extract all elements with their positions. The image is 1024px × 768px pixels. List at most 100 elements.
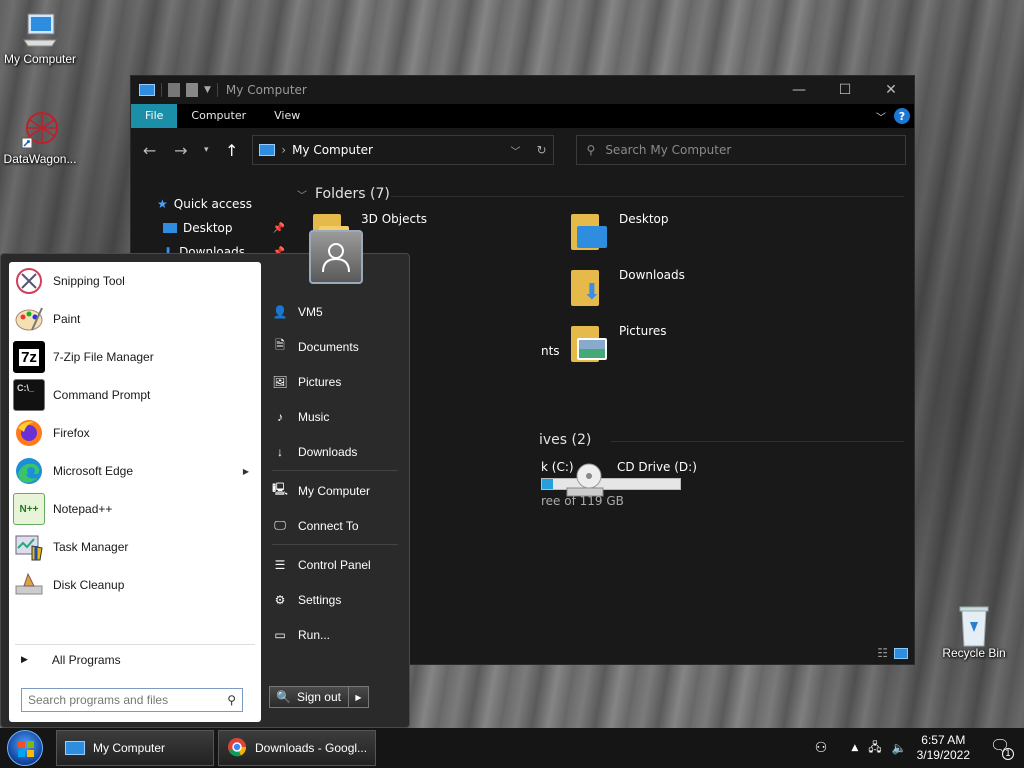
start-search-input[interactable]: Search programs and files ⚲ (21, 688, 243, 712)
user-avatar[interactable] (309, 230, 363, 284)
address-bar[interactable]: › My Computer ﹀ ↻ (252, 135, 554, 165)
show-hidden-icons-button[interactable]: ▲ (851, 743, 858, 753)
network-icon[interactable]: 🖧 (868, 738, 881, 759)
7zip-icon: 7z (13, 341, 45, 373)
drive-d[interactable]: CD Drive (D:) (563, 460, 697, 500)
desktop-icon-my-computer[interactable]: My Computer (0, 10, 80, 66)
connect-icon: 🖵 (274, 518, 286, 532)
place-music[interactable]: ♪ Music (266, 399, 406, 434)
task-label: Downloads - Googl... (255, 741, 368, 755)
tab-computer[interactable]: Computer (177, 104, 260, 128)
run-icon: ▭ (274, 627, 286, 642)
program-snipping-tool[interactable]: Snipping Tool (9, 262, 261, 300)
snipping-tool-icon (13, 265, 45, 297)
program-microsoft-edge[interactable]: Microsoft Edge ▶ (9, 452, 261, 490)
place-run[interactable]: ▭ Run... (266, 617, 406, 652)
place-user-folder[interactable]: 👤 VM5 (266, 294, 406, 329)
folder-documents-partial[interactable]: nts (541, 344, 560, 358)
chrome-icon (227, 737, 247, 760)
forward-button[interactable]: → (170, 141, 191, 160)
clock[interactable]: 6:57 AM 3/19/2022 (917, 733, 970, 763)
tab-view[interactable]: View (260, 104, 314, 128)
details-view-icon[interactable]: ☷ (877, 646, 888, 660)
address-dropdown-icon[interactable]: ﹀ (510, 143, 520, 158)
program-disk-cleanup[interactable]: Disk Cleanup (9, 566, 261, 604)
program-notepad-plus-plus[interactable]: N++ Notepad++ (9, 490, 261, 528)
program-command-prompt[interactable]: C:\_ Command Prompt (9, 376, 261, 414)
refresh-icon[interactable]: ↻ (536, 143, 546, 157)
place-label: Downloads (298, 444, 358, 459)
paint-icon (13, 303, 45, 335)
all-programs-label: All Programs (51, 652, 121, 667)
properties-icon[interactable] (168, 83, 180, 97)
folder-label: Pictures (619, 324, 667, 338)
program-firefox[interactable]: Firefox (9, 414, 261, 452)
new-folder-icon[interactable] (186, 83, 198, 97)
download-arrow-icon: ↓ (277, 444, 283, 459)
search-box[interactable]: ⚲ Search My Computer (575, 135, 906, 165)
program-7zip[interactable]: 7z 7-Zip File Manager (9, 338, 261, 376)
up-button[interactable]: ↑ (221, 141, 242, 160)
people-icon[interactable]: ⚇ (815, 740, 828, 756)
notification-center-button[interactable]: 🗨 1 (990, 736, 1014, 760)
document-icon: 🗎 (275, 338, 285, 352)
search-icon: ⚲ (586, 143, 596, 157)
picture-icon: 🖼 (272, 374, 288, 389)
large-icons-view-icon[interactable] (894, 647, 908, 659)
recent-locations-button[interactable]: ▾ (201, 145, 211, 155)
place-connect-to[interactable]: 🖵 Connect To (266, 508, 406, 543)
chevron-down-icon[interactable]: ▼ (204, 85, 211, 95)
window-title: My Computer (225, 83, 307, 97)
place-documents[interactable]: 🗎 Documents (266, 329, 406, 364)
separator (272, 470, 398, 471)
taskbar-button-my-computer[interactable]: My Computer (56, 730, 214, 766)
program-paint[interactable]: Paint (9, 300, 261, 338)
group-title: ives (2) (539, 432, 592, 448)
place-settings[interactable]: ⚙ Settings (266, 582, 406, 617)
folder-downloads[interactable]: ⬇ Downloads (569, 268, 685, 308)
desktop-icon-recycle-bin[interactable]: Recycle Bin (934, 604, 1014, 660)
task-manager-icon (13, 531, 45, 563)
gear-icon: ⚙ (274, 592, 286, 607)
drives-group-header[interactable]: ives (2) (539, 432, 591, 448)
back-button[interactable]: ← (139, 141, 160, 160)
minimize-button[interactable]: — (776, 76, 822, 104)
all-programs-arrow-icon: ▶ (21, 654, 28, 664)
pin-icon[interactable]: 📌 (273, 223, 285, 234)
start-button[interactable] (0, 728, 50, 768)
place-pictures[interactable]: 🖼 Pictures (266, 364, 406, 399)
help-icon[interactable]: ? (894, 108, 910, 124)
firefox-icon (13, 417, 45, 449)
search-icon[interactable]: ⚲ (227, 693, 236, 707)
program-task-manager[interactable]: Task Manager (9, 528, 261, 566)
place-downloads[interactable]: ↓ Downloads (266, 434, 406, 469)
maximize-button[interactable]: ☐ (822, 76, 868, 104)
program-label: Notepad++ (53, 502, 113, 516)
nav-quick-access[interactable]: ★ Quick access (131, 192, 291, 216)
folders-group-header[interactable]: ﹀ Folders (7) (297, 186, 390, 202)
title-bar: ▼ My Computer — ☐ ✕ (131, 76, 914, 104)
address-text: My Computer (292, 143, 373, 157)
sign-out-button[interactable]: 🔍 Sign out (269, 686, 349, 708)
expand-ribbon-icon[interactable]: ﹀ (876, 109, 886, 124)
program-label: Microsoft Edge (53, 464, 134, 478)
datawagon-icon (20, 110, 60, 150)
shutdown-options-button[interactable]: ▶ (349, 686, 369, 708)
folder-label: Downloads (619, 268, 685, 282)
computer-icon (259, 144, 276, 156)
tab-file[interactable]: File (131, 104, 178, 128)
place-my-computer[interactable]: 🖳 My Computer (266, 473, 406, 508)
all-programs-button[interactable]: ▶ All Programs (15, 644, 255, 674)
place-label: Documents (298, 339, 359, 354)
start-menu-places-pane: 👤 VM5 🗎 Documents 🖼 Pictures ♪ Music ↓ D… (266, 294, 406, 652)
desktop-icon-datawagon[interactable]: DataWagon... (0, 110, 80, 166)
computer-icon (139, 84, 155, 96)
folder-desktop[interactable]: Desktop (569, 212, 669, 252)
close-button[interactable]: ✕ (868, 76, 914, 104)
folder-pictures[interactable]: Pictures (569, 324, 667, 364)
drive-label: CD Drive (D:) (617, 460, 697, 474)
volume-icon[interactable]: 🔈 (892, 741, 907, 755)
taskbar-button-chrome[interactable]: Downloads - Googl... (218, 730, 376, 766)
place-control-panel[interactable]: ☰ Control Panel (266, 547, 406, 582)
nav-desktop[interactable]: Desktop 📌 (131, 216, 291, 240)
